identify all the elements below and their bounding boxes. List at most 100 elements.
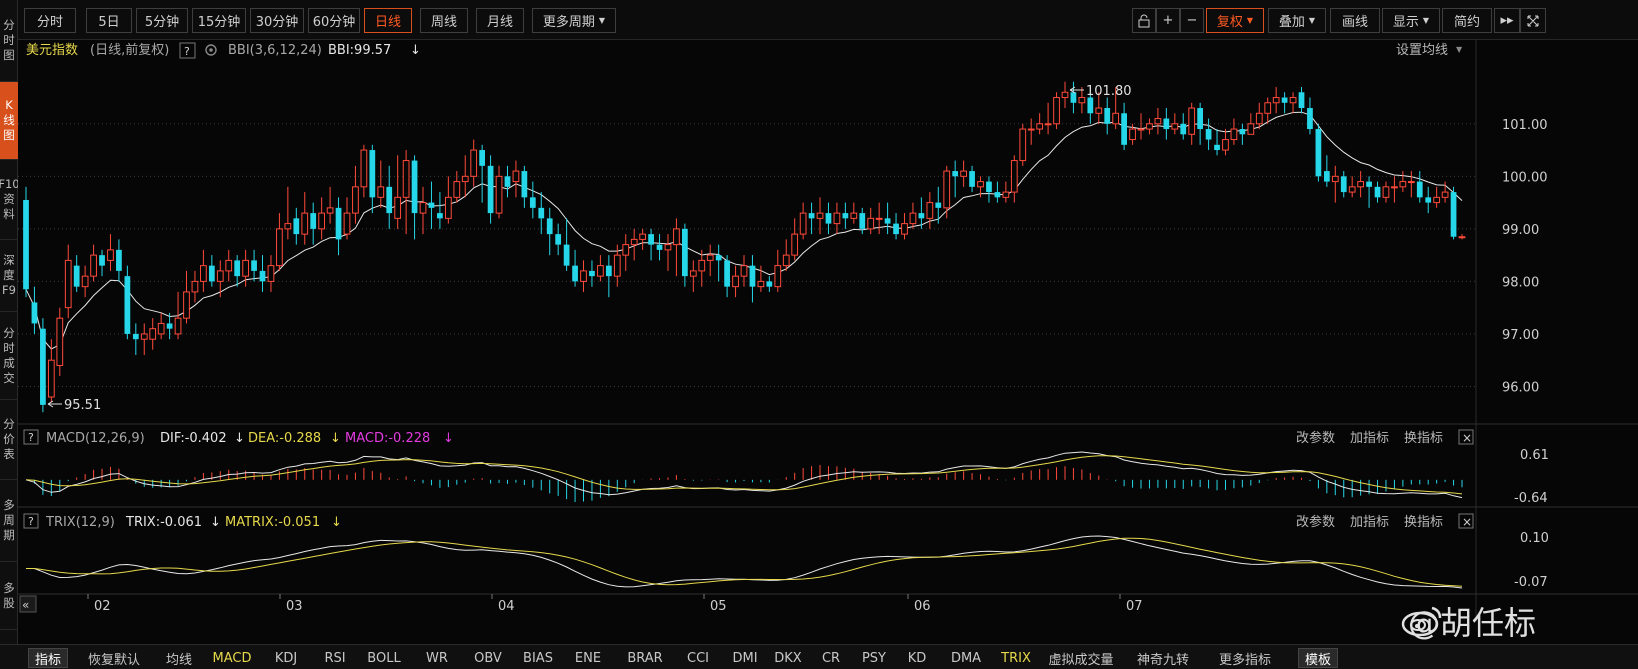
- candle-body: [1307, 108, 1313, 130]
- period-button-6[interactable]: 日线: [364, 8, 412, 33]
- candle-body: [706, 254, 714, 261]
- indicator-tab-20[interactable]: 虚拟成交量: [1040, 648, 1122, 668]
- period-button-9[interactable]: 更多周期 ▼: [532, 8, 616, 33]
- x-month-label: 03: [286, 599, 303, 614]
- candle-body: [428, 202, 435, 208]
- zoom-in-button-label: +: [1162, 13, 1174, 28]
- display-button[interactable]: 显示 ▼: [1382, 8, 1440, 33]
- candle-body: [419, 202, 427, 214]
- candle-body: [1205, 129, 1212, 140]
- period-button-5[interactable]: 60分钟: [308, 8, 360, 33]
- lock-button[interactable]: [1132, 8, 1156, 33]
- period-button-0[interactable]: 分时: [24, 8, 76, 33]
- candle-body: [301, 212, 309, 235]
- side-tab-7[interactable]: 多股: [0, 562, 18, 630]
- macd-dif-arrow: ↓: [234, 431, 245, 446]
- side-tab-6[interactable]: 多周期: [0, 480, 18, 562]
- macd-change-params-button[interactable]: 改参数: [1296, 430, 1335, 446]
- indicator-tab-11[interactable]: BRAR: [620, 648, 670, 668]
- indicator-tab-4[interactable]: KDJ: [266, 648, 306, 668]
- period-button-1[interactable]: 5日: [86, 8, 132, 33]
- indicator-tab-7[interactable]: WR: [420, 648, 454, 668]
- side-tab-label: 资: [3, 192, 15, 206]
- side-tab-4[interactable]: 分时成交: [0, 312, 18, 400]
- candle-body: [1458, 236, 1466, 239]
- indicator-tab-19[interactable]: TRIX: [996, 648, 1036, 668]
- adjust-button[interactable]: 复权 ▼: [1206, 8, 1264, 33]
- x-month-label: 07: [1126, 599, 1143, 614]
- side-tab-5[interactable]: 分价表: [0, 400, 18, 480]
- indicator-tab-6[interactable]: BOLL: [360, 648, 408, 668]
- indicator-tab-16[interactable]: PSY: [856, 648, 892, 668]
- candle-body: [1222, 139, 1229, 151]
- simple-mode-button[interactable]: 简约: [1442, 8, 1492, 33]
- candle-body: [352, 186, 359, 214]
- side-tab-0[interactable]: 分时图: [0, 0, 18, 82]
- candle-body: [1002, 191, 1010, 198]
- period-button-7[interactable]: 周线: [420, 8, 468, 33]
- candle-body: [377, 186, 385, 198]
- indicator-tab-12[interactable]: CCI: [680, 648, 716, 668]
- candle-body: [124, 276, 131, 334]
- candle-body: [64, 259, 72, 309]
- candle-body: [529, 197, 536, 208]
- indicator-tab-2[interactable]: 均线: [158, 648, 200, 668]
- forward-button[interactable]: ▸▸: [1494, 8, 1520, 33]
- bbi-value: BBI:99.57: [328, 43, 391, 58]
- period-label: 5日: [98, 15, 120, 30]
- side-tab-1[interactable]: K线图: [0, 82, 18, 160]
- zoom-out-button[interactable]: −: [1180, 8, 1204, 33]
- draw-line-button[interactable]: 画线: [1330, 8, 1380, 33]
- indicator-tab-13[interactable]: DMI: [728, 648, 762, 668]
- candle-body: [1264, 102, 1272, 114]
- macd-dea: DEA:-0.288: [248, 431, 321, 446]
- set-ma-button[interactable]: 设置均线: [1396, 43, 1448, 58]
- trix-change-params-button[interactable]: 改参数: [1296, 514, 1335, 530]
- macd-add-indicator-button[interactable]: 加指标: [1350, 431, 1389, 446]
- candle-body: [318, 212, 326, 230]
- candle-body: [343, 212, 351, 235]
- candle-body: [859, 213, 866, 229]
- macd-switch-indicator-button[interactable]: 换指标: [1404, 431, 1443, 446]
- period-label: 月线: [486, 15, 513, 30]
- expand-button[interactable]: [1520, 8, 1546, 33]
- chart-area[interactable]: 美元指数 (日线,前复权) ? BBI(3,6,12,24) BBI:99.57…: [18, 40, 1638, 644]
- period-button-4[interactable]: 30分钟: [250, 8, 304, 33]
- indicator-tab-1[interactable]: 恢复默认: [78, 648, 150, 668]
- candle-body: [284, 223, 292, 230]
- indicator-tab-23[interactable]: 模板: [1298, 648, 1338, 668]
- trix-add-indicator-button[interactable]: 加指标: [1350, 515, 1389, 530]
- trix-switch-indicator-button[interactable]: 换指标: [1404, 515, 1443, 530]
- indicator-tab-21[interactable]: 神奇九转: [1126, 648, 1200, 668]
- candle-body: [1214, 144, 1220, 151]
- period-button-2[interactable]: 5分钟: [136, 8, 188, 33]
- indicator-tab-10[interactable]: ENE: [568, 648, 608, 668]
- candle-body: [1171, 123, 1179, 130]
- indicator-tab-14[interactable]: DKX: [770, 648, 806, 668]
- side-tab-label: 成: [3, 355, 15, 370]
- indicator-tab-8[interactable]: OBV: [468, 648, 508, 668]
- indicator-tab-18[interactable]: DMA: [946, 648, 986, 668]
- indicator-tab-17[interactable]: KD: [902, 648, 932, 668]
- indicator-tab-9[interactable]: BIAS: [518, 648, 558, 668]
- indicator-tab-3[interactable]: MACD: [208, 648, 256, 668]
- trix-value: TRIX:-0.061: [125, 515, 202, 530]
- side-tab-3[interactable]: 深度 F9: [0, 240, 18, 312]
- indicator-tab-22[interactable]: 更多指标: [1208, 648, 1282, 668]
- zoom-in-button[interactable]: +: [1156, 8, 1180, 33]
- kline-chart-svg[interactable]: 美元指数 (日线,前复权) ? BBI(3,6,12,24) BBI:99.57…: [18, 40, 1638, 644]
- candle-body: [1281, 97, 1288, 103]
- side-tab-2[interactable]: F10 资料: [0, 160, 20, 240]
- overlay-button[interactable]: 叠加 ▼: [1268, 8, 1326, 33]
- candle-body: [191, 280, 199, 293]
- macd-ytick-top: 0.61: [1520, 448, 1549, 463]
- candle-body: [1450, 192, 1457, 237]
- side-tab-label: 料: [3, 207, 15, 221]
- side-tab-label: F9: [2, 283, 16, 297]
- indicator-tab-5[interactable]: RSI: [318, 648, 352, 668]
- period-button-8[interactable]: 月线: [476, 8, 524, 33]
- indicator-tab-15[interactable]: CR: [816, 648, 846, 668]
- candle-body: [1112, 112, 1120, 125]
- period-button-3[interactable]: 15分钟: [192, 8, 246, 33]
- indicator-tab-0[interactable]: 指标: [28, 648, 68, 668]
